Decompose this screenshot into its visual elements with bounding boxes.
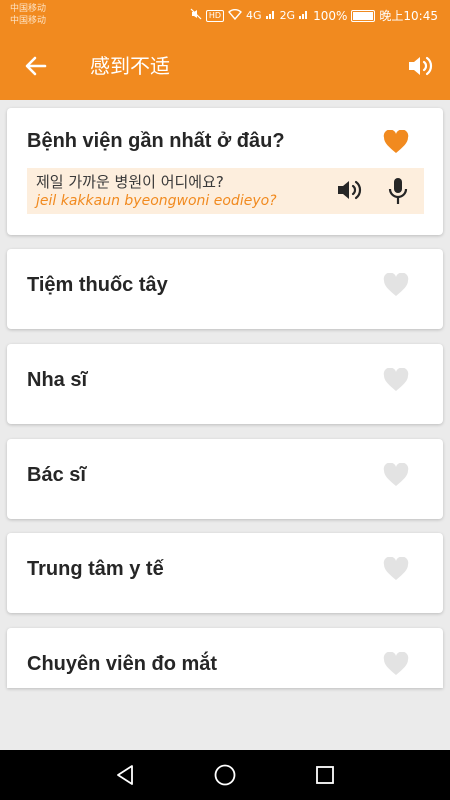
speaker-button[interactable] xyxy=(406,52,434,80)
phrase-title: Bác sĩ xyxy=(27,464,86,486)
play-audio-button[interactable] xyxy=(336,178,362,204)
signal-bars-1-icon xyxy=(265,9,276,22)
square-recents-icon xyxy=(316,766,334,784)
nav-home-button[interactable] xyxy=(213,763,237,787)
favorite-button[interactable] xyxy=(383,556,409,581)
favorite-button[interactable] xyxy=(383,129,409,154)
carrier-1: 中国移动 xyxy=(10,4,47,14)
nav-recents-button[interactable] xyxy=(313,763,337,787)
signal-2-label: 2G xyxy=(279,9,296,22)
status-bar: 中国移动 中国移动 HD 4G 2G 100% 晚上10:45 xyxy=(0,0,450,32)
back-button[interactable] xyxy=(22,52,50,80)
favorite-button[interactable] xyxy=(383,651,409,676)
phrase-card[interactable]: Tiệm thuốc tây xyxy=(7,249,443,329)
favorite-button[interactable] xyxy=(383,272,409,297)
phrase-card[interactable]: Trung tâm y tế xyxy=(7,533,443,613)
mute-icon xyxy=(190,8,202,23)
korean-text: 제일 가까운 병원이 어디에요? xyxy=(36,173,224,191)
speaker-icon xyxy=(338,180,362,200)
phrase-card-expanded[interactable]: Bệnh viện gần nhất ở đâu? 제일 가까운 병원이 어디에… xyxy=(7,108,443,235)
heart-outline-icon xyxy=(383,462,409,486)
heart-outline-icon xyxy=(383,651,409,675)
wifi-icon xyxy=(228,8,243,23)
favorite-button[interactable] xyxy=(383,367,409,392)
signal-1-label: 4G xyxy=(246,9,262,22)
heart-filled-icon xyxy=(383,129,409,153)
phrase-card[interactable]: Bác sĩ xyxy=(7,439,443,519)
battery-text: 100% xyxy=(313,8,348,23)
favorite-button[interactable] xyxy=(383,462,409,487)
carrier-info: 中国移动 中国移动 xyxy=(10,3,46,27)
battery-icon xyxy=(351,9,376,22)
romanization-text: jeil kakkaun byeongwoni eodieyo? xyxy=(36,193,277,209)
phrase-title: Trung tâm y tế xyxy=(27,558,164,580)
phrase-title: Chuyên viên đo mắt xyxy=(27,653,218,675)
phrase-card[interactable]: Chuyên viên đo mắt xyxy=(7,628,443,688)
signal-bars-2-icon xyxy=(299,9,309,22)
hd-badge: HD xyxy=(205,9,225,22)
arrow-left-icon xyxy=(25,56,47,76)
carrier-2: 中国移动 xyxy=(10,16,47,26)
translation-box: 제일 가까운 병원이 어디에요? jeil kakkaun byeongwoni… xyxy=(27,168,424,214)
page-title: 感到不适 xyxy=(90,54,170,78)
phrase-title: Bệnh viện gần nhất ở đâu? xyxy=(27,130,285,152)
heart-outline-icon xyxy=(383,272,409,296)
volume-icon xyxy=(409,56,433,76)
status-time: 晚上10:45 xyxy=(379,9,438,23)
heart-outline-icon xyxy=(383,556,409,580)
phrase-title: Tiệm thuốc tây xyxy=(27,274,168,296)
status-icons: HD 4G 2G 100% 晚上10:45 xyxy=(190,7,438,24)
app-bar: 感到不适 xyxy=(0,32,450,100)
record-button[interactable] xyxy=(386,177,410,205)
circle-home-icon xyxy=(214,764,236,786)
system-nav-bar xyxy=(0,750,450,800)
phrase-card[interactable]: Nha sĩ xyxy=(7,344,443,424)
nav-back-button[interactable] xyxy=(113,763,137,787)
microphone-icon xyxy=(388,178,408,204)
phrase-title: Nha sĩ xyxy=(27,369,88,391)
heart-outline-icon xyxy=(383,367,409,391)
triangle-back-icon xyxy=(117,765,133,785)
